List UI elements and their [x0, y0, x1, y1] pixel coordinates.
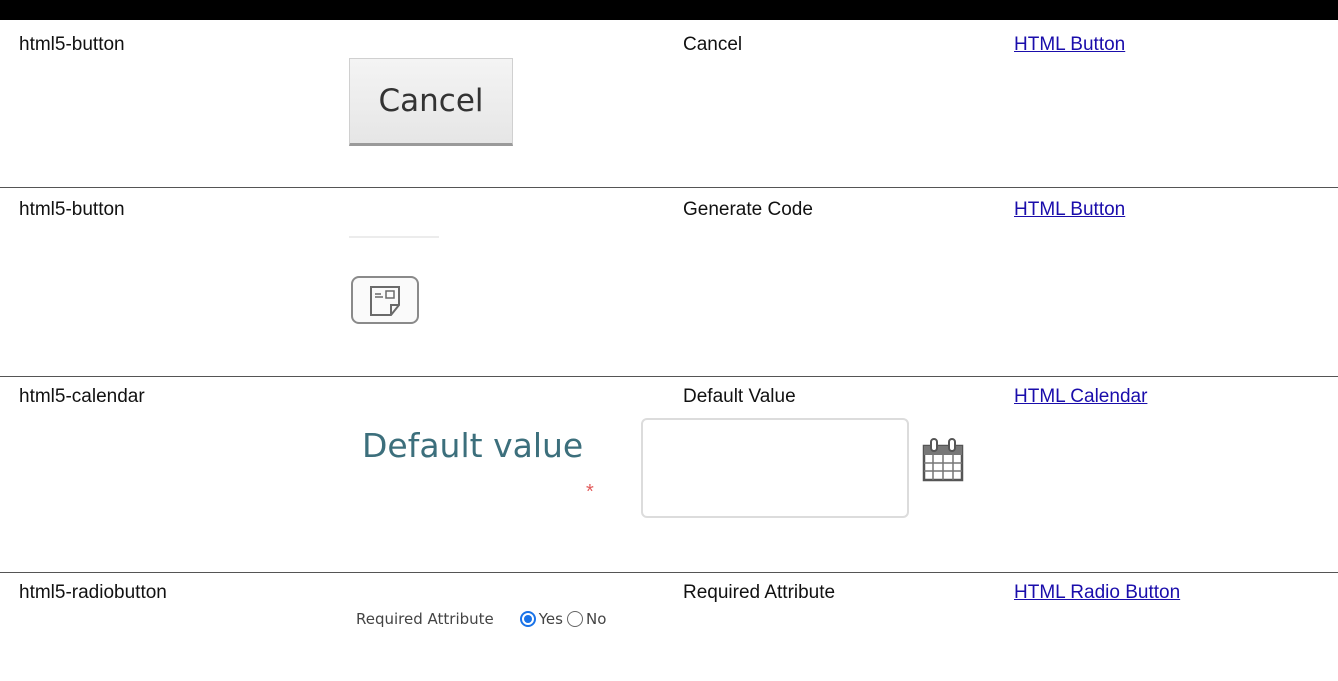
row-divider: [0, 572, 1338, 573]
generate-code-icon: [370, 286, 400, 316]
row-divider: [0, 376, 1338, 377]
html-button-link[interactable]: HTML Button: [1014, 199, 1125, 221]
html-calendar-link[interactable]: HTML Calendar: [1014, 386, 1147, 408]
component-type: html5-button: [19, 199, 125, 220]
html-radio-button-link[interactable]: HTML Radio Button: [1014, 582, 1180, 604]
component-type: html5-calendar: [19, 386, 145, 407]
table-row: html5-button Cancel Cancel HTML Button: [0, 20, 1338, 187]
default-value-input[interactable]: [641, 418, 909, 518]
radio-yes-label: Yes: [538, 610, 563, 628]
component-type: html5-radiobutton: [19, 582, 167, 603]
required-marker: *: [586, 481, 594, 503]
required-attribute-label: Required Attribute: [356, 610, 494, 628]
component-label: Generate Code: [683, 199, 813, 220]
top-bar: [0, 0, 1338, 20]
html-button-link[interactable]: HTML Button: [1014, 34, 1125, 56]
component-label: Default Value: [683, 386, 796, 407]
radio-no[interactable]: [566, 611, 583, 627]
calendar-button[interactable]: [921, 436, 965, 489]
divider-line: [349, 236, 439, 238]
cancel-button[interactable]: Cancel: [349, 58, 513, 146]
radio-no-label: No: [585, 610, 607, 628]
calendar-icon: [922, 438, 964, 482]
table-row: html5-button Generate Code HTML Button: [0, 187, 1338, 376]
default-value-label: Default value: [362, 426, 584, 465]
table-row: html5-radiobutton Required Attribute Yes…: [0, 572, 1338, 681]
component-type: html5-button: [19, 34, 125, 55]
required-attribute-radio-group: Required Attribute Yes No: [356, 610, 606, 628]
radio-yes[interactable]: [519, 611, 536, 627]
component-label: Cancel: [683, 34, 743, 55]
row-divider: [0, 187, 1338, 188]
generate-code-button[interactable]: [351, 276, 419, 324]
table-row: html5-calendar Default value * Default V…: [0, 376, 1338, 572]
component-label: Required Attribute: [683, 582, 836, 603]
